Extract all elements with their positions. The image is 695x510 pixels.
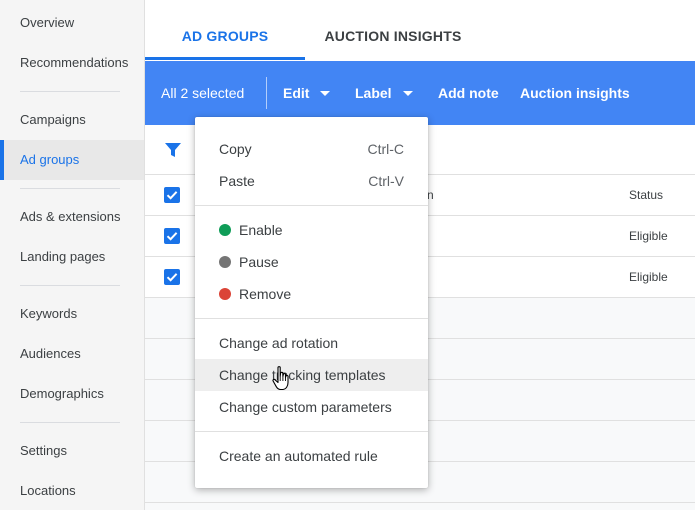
green-dot-icon <box>219 224 231 236</box>
edit-dropdown-button[interactable]: Edit <box>283 61 331 125</box>
menu-item-label: Paste <box>219 173 255 189</box>
tab-bar: AD GROUPS AUCTION INSIGHTS <box>145 0 695 60</box>
sidebar-item-settings[interactable]: Settings <box>0 431 144 471</box>
row-checkbox[interactable] <box>164 269 180 285</box>
menu-divider <box>195 318 428 319</box>
sidebar-item-campaigns[interactable]: Campaigns <box>0 100 144 140</box>
sidebar-item-demographics[interactable]: Demographics <box>0 374 144 414</box>
column-header-partial: n <box>427 188 434 202</box>
check-icon <box>166 273 178 282</box>
menu-item-change-tracking-templates[interactable]: Change tracking templates <box>195 359 428 391</box>
sidebar-divider <box>20 91 120 92</box>
column-header-status[interactable]: Status <box>629 175 663 216</box>
tab-ad-groups[interactable]: AD GROUPS <box>145 0 305 60</box>
selection-count: All 2 selected <box>161 85 245 101</box>
menu-item-label: Copy <box>219 141 252 157</box>
menu-item-enable[interactable]: Enable <box>195 214 428 246</box>
menu-item-paste[interactable]: Paste Ctrl-V <box>195 165 428 197</box>
menu-divider <box>195 205 428 206</box>
sidebar-divider <box>20 188 120 189</box>
tab-label: AUCTION INSIGHTS <box>324 28 462 44</box>
google-ads-page: Overview Recommendations Campaigns Ad gr… <box>0 0 695 510</box>
label-label: Label <box>355 85 392 101</box>
menu-item-create-automated-rule[interactable]: Create an automated rule <box>195 440 428 472</box>
shortcut-paste: Ctrl-V <box>368 173 404 189</box>
pause-dot-icon <box>219 256 231 274</box>
caret-down-icon <box>320 91 331 96</box>
add-note-button[interactable]: Add note <box>438 61 499 125</box>
selection-action-bar: All 2 selected Edit Label Add note Aucti… <box>145 61 695 125</box>
sidebar-item-overview[interactable]: Overview <box>0 3 144 43</box>
edit-label: Edit <box>283 85 310 101</box>
sidebar-item-ads-extensions[interactable]: Ads & extensions <box>0 197 144 237</box>
hand-cursor-icon <box>272 366 289 391</box>
sidebar-item-landing-pages[interactable]: Landing pages <box>0 237 144 277</box>
sidebar-item-keywords[interactable]: Keywords <box>0 294 144 334</box>
status-cell: Eligible <box>629 229 668 243</box>
menu-item-remove[interactable]: Remove <box>195 278 428 310</box>
tab-label: AD GROUPS <box>181 28 269 44</box>
sidebar-item-locations[interactable]: Locations <box>0 471 144 510</box>
row-checkbox[interactable] <box>164 228 180 244</box>
tab-active-indicator <box>145 57 305 60</box>
sidebar-item-recommendations[interactable]: Recommendations <box>0 43 144 83</box>
shortcut-copy: Ctrl-C <box>367 141 404 157</box>
select-all-checkbox[interactable] <box>164 187 180 203</box>
menu-item-change-ad-rotation[interactable]: Change ad rotation <box>195 327 428 359</box>
menu-item-label: Pause <box>239 254 279 270</box>
red-x-icon <box>219 288 231 306</box>
sidebar-divider <box>20 422 120 423</box>
menu-item-copy[interactable]: Copy Ctrl-C <box>195 133 428 165</box>
menu-divider <box>195 431 428 432</box>
menu-item-label: Enable <box>239 222 283 238</box>
sidebar: Overview Recommendations Campaigns Ad gr… <box>0 0 145 510</box>
sidebar-item-ad-groups[interactable]: Ad groups <box>0 140 144 180</box>
sidebar-item-audiences[interactable]: Audiences <box>0 334 144 374</box>
menu-item-label: Remove <box>239 286 292 302</box>
sidebar-divider <box>20 285 120 286</box>
menu-item-pause[interactable]: Pause <box>195 246 428 278</box>
tab-auction-insights[interactable]: AUCTION INSIGHTS <box>317 0 469 60</box>
label-dropdown-button[interactable]: Label <box>355 61 413 125</box>
status-cell: Eligible <box>629 270 668 284</box>
menu-item-change-custom-parameters[interactable]: Change custom parameters <box>195 391 428 423</box>
caret-down-icon <box>402 91 413 96</box>
check-icon <box>166 232 178 241</box>
action-bar-divider <box>266 77 267 109</box>
edit-dropdown-menu: Copy Ctrl-C Paste Ctrl-V Enable Pause Re… <box>195 117 428 488</box>
check-icon <box>166 191 178 200</box>
auction-insights-button[interactable]: Auction insights <box>520 61 630 125</box>
filter-icon[interactable] <box>164 141 182 159</box>
